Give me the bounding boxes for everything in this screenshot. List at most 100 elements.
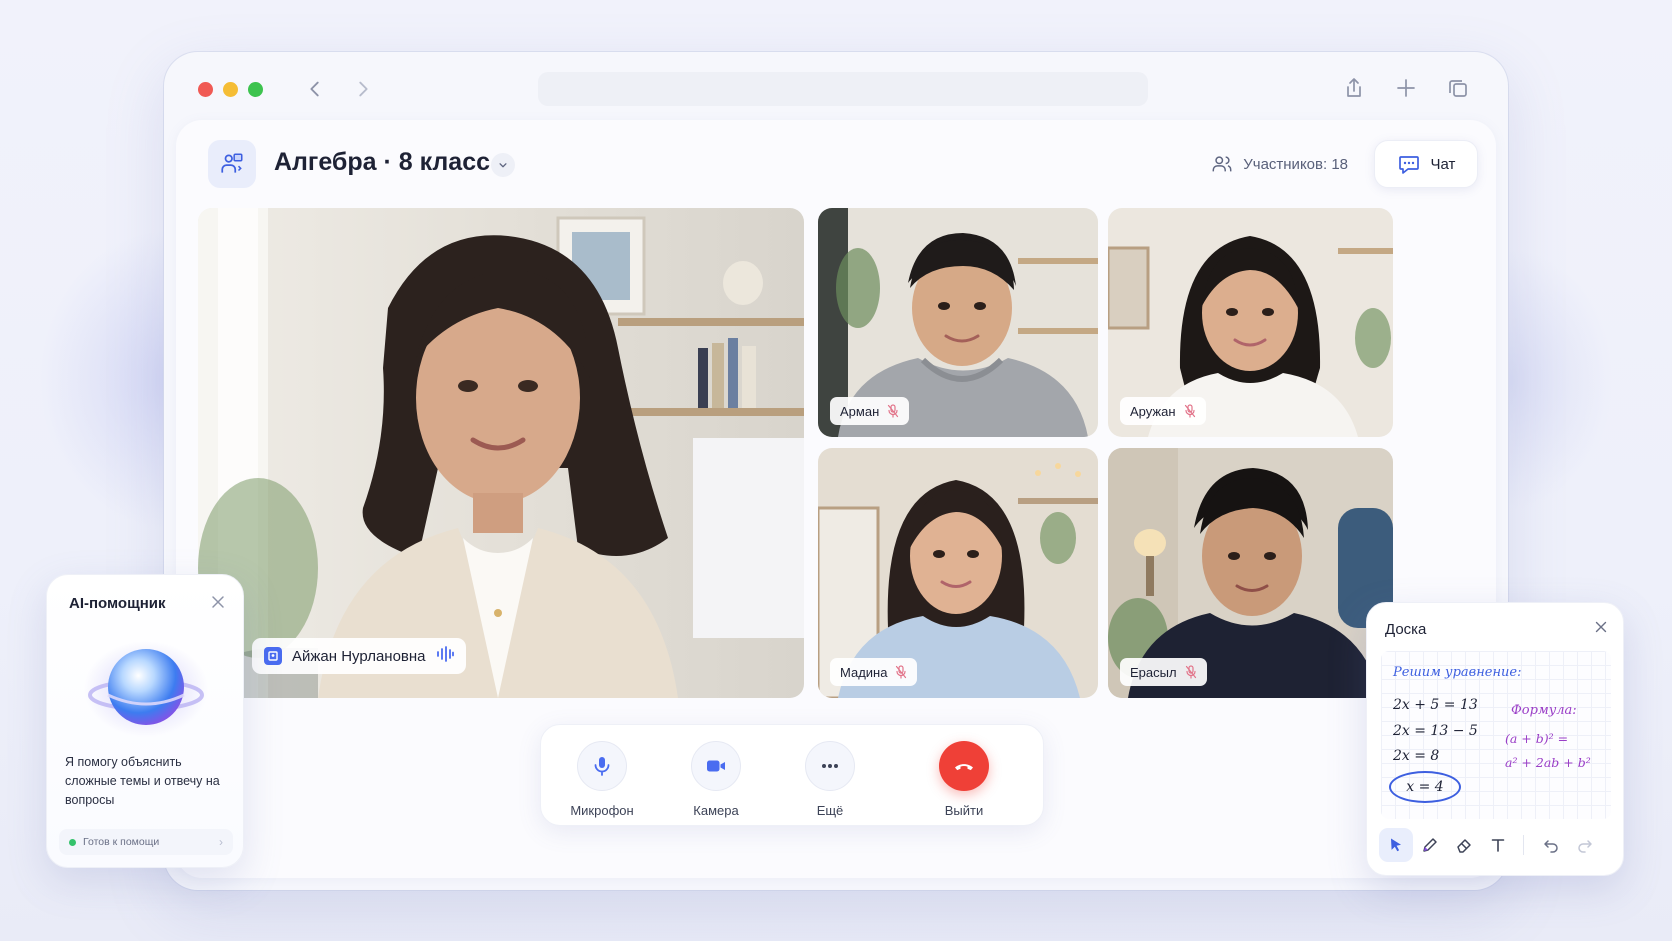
ai-assistant-message: Я помогу объяснить сложные темы и отвечу…	[65, 755, 220, 807]
whiteboard-heading: Решим уравнение:	[1393, 665, 1522, 680]
ai-orb-icon	[84, 641, 208, 737]
host-badge-icon	[264, 647, 282, 665]
new-tab-icon[interactable]	[1394, 76, 1418, 100]
browser-actions	[1342, 76, 1470, 100]
microphone-icon	[594, 757, 610, 776]
redo-icon	[1578, 840, 1592, 853]
undo-button[interactable]	[1534, 828, 1568, 862]
whiteboard-canvas[interactable]: Решим уравнение: 2x + 5 = 13 2x = 13 − 5…	[1381, 651, 1611, 819]
redo-button[interactable]	[1568, 828, 1602, 862]
chat-icon	[1398, 156, 1419, 174]
pencil-icon	[1423, 838, 1437, 852]
call-controls-bar: Микрофон Камера Ещё Выйти	[540, 724, 1044, 826]
toolbar-divider	[1523, 835, 1524, 855]
leave-call-toggle[interactable]	[939, 741, 989, 791]
eraser-tool[interactable]	[1447, 828, 1481, 862]
mic-off-icon	[888, 404, 899, 418]
microphone-label: Микрофон	[570, 803, 634, 818]
status-online-dot	[69, 838, 76, 846]
answer-circle: x = 4	[1389, 771, 1461, 803]
whiteboard-panel: Доска Решим уравнение: 2x + 5 = 13 2x = …	[1366, 602, 1624, 876]
window-controls	[198, 82, 263, 97]
leave-label: Выйти	[944, 803, 984, 818]
cursor-icon	[1391, 838, 1401, 852]
participants-count[interactable]: Участников: 18	[1211, 153, 1348, 175]
lesson-header: Алгебра · 8 класс Участников: 18 Чат	[176, 120, 1496, 200]
more-button[interactable]: Ещё	[785, 741, 875, 818]
chevron-right-icon: ›	[219, 835, 223, 849]
equation-line: 2x + 5 = 13	[1393, 697, 1478, 713]
minimize-window-button[interactable]	[223, 82, 238, 97]
formula-line: a² + 2ab + b²	[1505, 755, 1591, 770]
student-name-tag: Арман	[830, 397, 910, 425]
student-name-tag: Аружан	[1120, 397, 1206, 425]
hang-up-icon	[955, 764, 973, 771]
student-name: Ерасыл	[1130, 664, 1177, 680]
chat-button[interactable]: Чат	[1374, 140, 1478, 188]
teacher-video-tile[interactable]: Айжан Нурлановна	[198, 208, 804, 698]
whiteboard-title: Доска	[1385, 621, 1427, 638]
student-name-tag: Ерасыл	[1120, 658, 1207, 686]
student-name-tag: Мадина	[830, 658, 918, 686]
tabs-overview-icon[interactable]	[1446, 76, 1470, 100]
ai-assistant-title: AI-помощник	[69, 595, 166, 612]
student-video-tile[interactable]: Арман	[818, 208, 1098, 437]
browser-navigation	[304, 78, 374, 100]
microphone-toggle[interactable]	[577, 741, 627, 791]
participants-label: Участников: 18	[1243, 155, 1348, 173]
microphone-button[interactable]: Микрофон	[557, 741, 647, 818]
leave-button[interactable]: Выйти	[919, 741, 1009, 818]
camera-button[interactable]: Камера	[671, 741, 761, 818]
ai-assistant-panel: AI-помощник Я помогу объяснить сложные т…	[46, 574, 244, 868]
ai-status-text: Готов к помощи	[83, 836, 160, 848]
close-icon[interactable]	[211, 595, 225, 609]
browser-window: Алгебра · 8 класс Участников: 18 Чат Айж…	[164, 52, 1508, 890]
teacher-name-tag: Айжан Нурлановна	[252, 638, 466, 674]
lesson-icon	[221, 153, 243, 173]
student-video-tile[interactable]: Аружан	[1108, 208, 1393, 437]
share-icon[interactable]	[1342, 76, 1366, 100]
speaking-indicator-icon	[436, 646, 454, 666]
equation-line: 2x = 8	[1393, 748, 1440, 764]
chevron-down-icon	[499, 163, 507, 168]
pen-tool[interactable]	[1413, 828, 1447, 862]
student-video-tile[interactable]: Ерасыл	[1108, 448, 1393, 698]
back-arrow-icon[interactable]	[304, 78, 326, 100]
chat-label: Чат	[1430, 155, 1456, 173]
camera-label: Камера	[693, 803, 739, 818]
more-dots-icon	[822, 764, 838, 768]
eraser-icon	[1457, 839, 1471, 853]
ai-status-bar[interactable]: Готов к помощи ›	[59, 829, 233, 855]
formula-line: (a + b)² =	[1505, 731, 1569, 746]
undo-icon	[1544, 840, 1558, 853]
more-toggle[interactable]	[805, 741, 855, 791]
mic-off-icon	[1185, 665, 1196, 679]
text-tool[interactable]	[1481, 828, 1515, 862]
student-name: Аружан	[1130, 403, 1176, 419]
class-title: Алгебра · 8 класс	[274, 148, 491, 176]
lesson-app: Алгебра · 8 класс Участников: 18 Чат Айж…	[176, 120, 1496, 878]
student-video-tile[interactable]: Мадина	[818, 448, 1098, 698]
more-label: Ещё	[816, 803, 844, 818]
mic-off-icon	[896, 665, 907, 679]
camera-icon	[707, 760, 725, 772]
close-window-button[interactable]	[198, 82, 213, 97]
forward-arrow-icon[interactable]	[352, 78, 374, 100]
mic-off-icon	[1184, 404, 1195, 418]
student-name: Мадина	[840, 664, 888, 680]
text-icon	[1491, 839, 1505, 852]
whiteboard-toolbar	[1379, 827, 1613, 863]
camera-toggle[interactable]	[691, 741, 741, 791]
users-icon	[1212, 156, 1232, 172]
teacher-video-feed	[198, 208, 804, 698]
class-avatar	[208, 140, 256, 188]
equation-line: 2x = 13 − 5	[1393, 723, 1478, 739]
select-tool[interactable]	[1379, 828, 1413, 862]
class-dropdown-button[interactable]	[491, 153, 515, 177]
close-icon[interactable]	[1595, 621, 1607, 633]
maximize-window-button[interactable]	[248, 82, 263, 97]
address-bar[interactable]	[538, 72, 1148, 106]
teacher-name: Айжан Нурлановна	[292, 647, 426, 665]
student-name: Арман	[840, 403, 880, 419]
formula-title: Формула:	[1511, 703, 1577, 718]
